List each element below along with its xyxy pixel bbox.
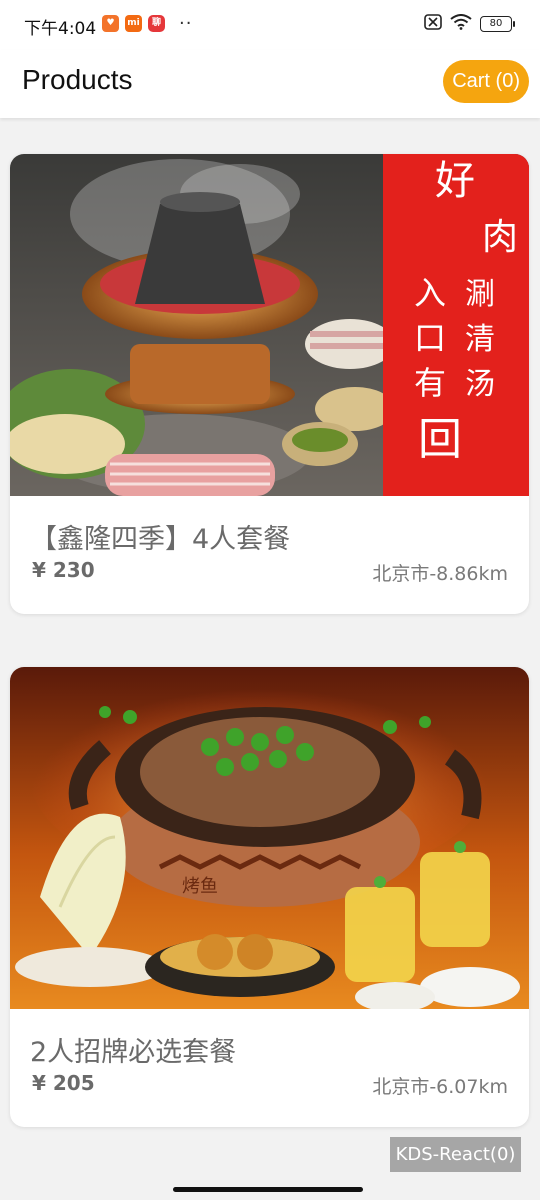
banner-char: 好 xyxy=(435,158,475,204)
banner-char: 入 xyxy=(414,274,446,312)
battery-icon: 80 xyxy=(480,16,515,32)
app-header: Products Cart (0) xyxy=(0,50,540,118)
page-title: Products xyxy=(22,64,133,95)
product-title: 【鑫隆四季】4人套餐 xyxy=(30,524,291,555)
banner-char: 口 xyxy=(414,319,446,357)
wifi-icon xyxy=(450,14,472,34)
banner-char: 清 xyxy=(465,322,495,357)
banner-char: 有 xyxy=(414,364,446,402)
product-title: 2人招牌必选套餐 xyxy=(30,1037,237,1068)
sim-off-icon xyxy=(424,14,442,34)
banner-char: 涮 xyxy=(465,277,495,312)
cart-button[interactable]: Cart (0) xyxy=(443,60,529,103)
product-location: 北京市-8.86km xyxy=(372,563,508,585)
product-card[interactable]: 好 肉 涮 清 汤 入 口 有 回 【鑫隆四季】4人套餐 ¥ 230 北京市-8… xyxy=(10,154,529,614)
pot-text: 烤鱼 xyxy=(182,876,218,897)
status-bar: 下午4:04 ♥ mi 聊 ·· 80 xyxy=(0,0,540,50)
status-time: 下午4:04 xyxy=(24,19,97,39)
message-app-icon: 聊 xyxy=(148,15,165,32)
product-card[interactable]: 烤鱼 2人招牌必选套餐 ¥ 205 北京市-6.07km xyxy=(10,667,529,1127)
notification-icons: ♥ mi 聊 ·· xyxy=(102,13,193,34)
app-icon: ♥ xyxy=(102,15,119,32)
more-notifications-icon: ·· xyxy=(179,13,193,34)
banner-char: 汤 xyxy=(465,367,495,402)
banner-char: 回 xyxy=(418,414,462,465)
product-price: ¥ 205 xyxy=(32,1071,95,1095)
product-price: ¥ 230 xyxy=(32,558,95,582)
banner-char: 肉 xyxy=(482,217,518,258)
home-indicator[interactable] xyxy=(173,1187,363,1192)
product-image[interactable]: 烤鱼 xyxy=(10,667,529,1009)
xiaomi-icon: mi xyxy=(125,15,142,32)
product-location: 北京市-6.07km xyxy=(372,1076,508,1098)
product-image[interactable]: 好 肉 涮 清 汤 入 口 有 回 xyxy=(10,154,529,496)
kds-badge[interactable]: KDS-React(0) xyxy=(390,1137,521,1172)
system-icons: 80 xyxy=(424,14,515,34)
